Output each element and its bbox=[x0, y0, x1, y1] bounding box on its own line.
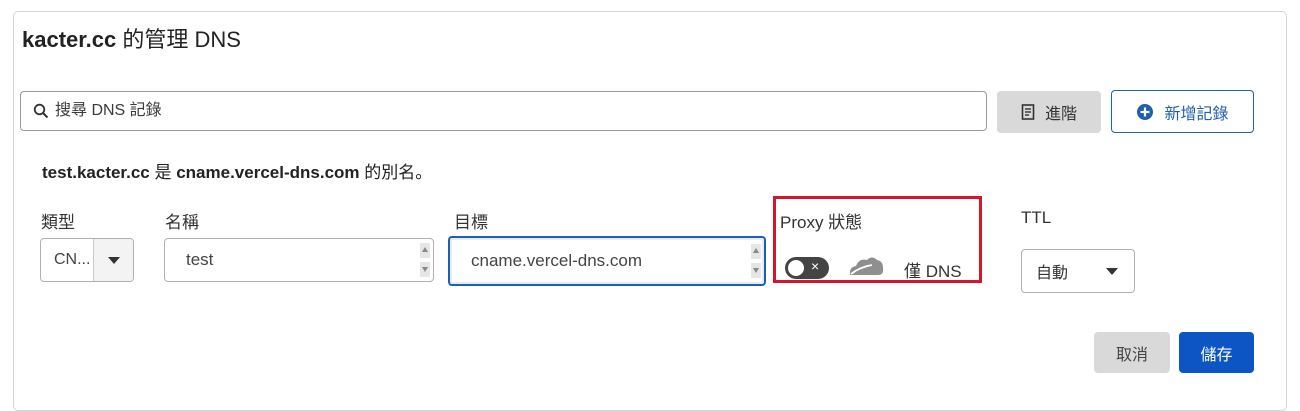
scroll-down-icon[interactable] bbox=[751, 263, 761, 278]
page-title: kacter.cc 的管理 DNS bbox=[22, 22, 241, 54]
proxy-toggle[interactable]: × bbox=[785, 257, 829, 279]
name-input[interactable]: test bbox=[164, 238, 434, 282]
type-label: 類型 bbox=[41, 213, 75, 232]
document-icon bbox=[1021, 104, 1035, 120]
alias-suffix: 的別名。 bbox=[364, 163, 433, 182]
add-record-label: 新增記錄 bbox=[1164, 105, 1229, 123]
target-value: cname.vercel-dns.com bbox=[471, 251, 643, 270]
domain-name: kacter.cc bbox=[22, 27, 117, 52]
alias-target: cname.vercel-dns.com bbox=[176, 163, 360, 182]
target-label: 目標 bbox=[454, 213, 488, 232]
ttl-label: TTL bbox=[1021, 208, 1052, 227]
alias-is-text: 是 bbox=[154, 163, 172, 182]
name-value: test bbox=[186, 250, 214, 269]
alias-notice: test.kacter.cc 是 cname.vercel-dns.com 的別… bbox=[42, 158, 432, 183]
ttl-value: 自動 bbox=[1036, 265, 1069, 282]
ttl-select[interactable]: 自動 bbox=[1021, 249, 1135, 293]
add-record-button[interactable]: 新增記錄 bbox=[1111, 90, 1254, 133]
close-icon: × bbox=[811, 258, 820, 274]
type-select[interactable]: CN... bbox=[40, 238, 134, 282]
type-dropdown-toggle[interactable] bbox=[93, 239, 133, 281]
name-scroll-arrows[interactable] bbox=[420, 243, 430, 277]
cancel-button[interactable]: 取消 bbox=[1094, 332, 1170, 373]
search-icon bbox=[33, 103, 49, 119]
scroll-up-icon[interactable] bbox=[420, 243, 430, 258]
scroll-up-icon[interactable] bbox=[751, 244, 761, 259]
name-label: 名稱 bbox=[165, 213, 199, 232]
search-input[interactable] bbox=[53, 101, 957, 121]
target-scroll-arrows[interactable] bbox=[751, 244, 761, 278]
target-input[interactable]: cname.vercel-dns.com bbox=[448, 236, 766, 286]
scroll-down-icon[interactable] bbox=[420, 262, 430, 277]
advanced-label: 進階 bbox=[1044, 106, 1077, 123]
cloud-icon bbox=[848, 257, 884, 277]
chevron-down-icon bbox=[1106, 268, 1118, 275]
alias-record-name: test.kacter.cc bbox=[42, 163, 150, 182]
plus-circle-icon bbox=[1137, 103, 1154, 120]
title-suffix: 的管理 DNS bbox=[122, 27, 241, 52]
advanced-button[interactable]: 進階 bbox=[997, 91, 1101, 133]
proxy-status-text: 僅 DNS bbox=[904, 262, 962, 281]
type-value: CN... bbox=[54, 251, 91, 268]
toggle-knob bbox=[788, 260, 804, 276]
save-button[interactable]: 儲存 bbox=[1179, 332, 1254, 373]
chevron-down-icon bbox=[107, 256, 120, 264]
search-box[interactable] bbox=[20, 91, 987, 131]
proxy-status-label: Proxy 狀態 bbox=[780, 213, 863, 232]
